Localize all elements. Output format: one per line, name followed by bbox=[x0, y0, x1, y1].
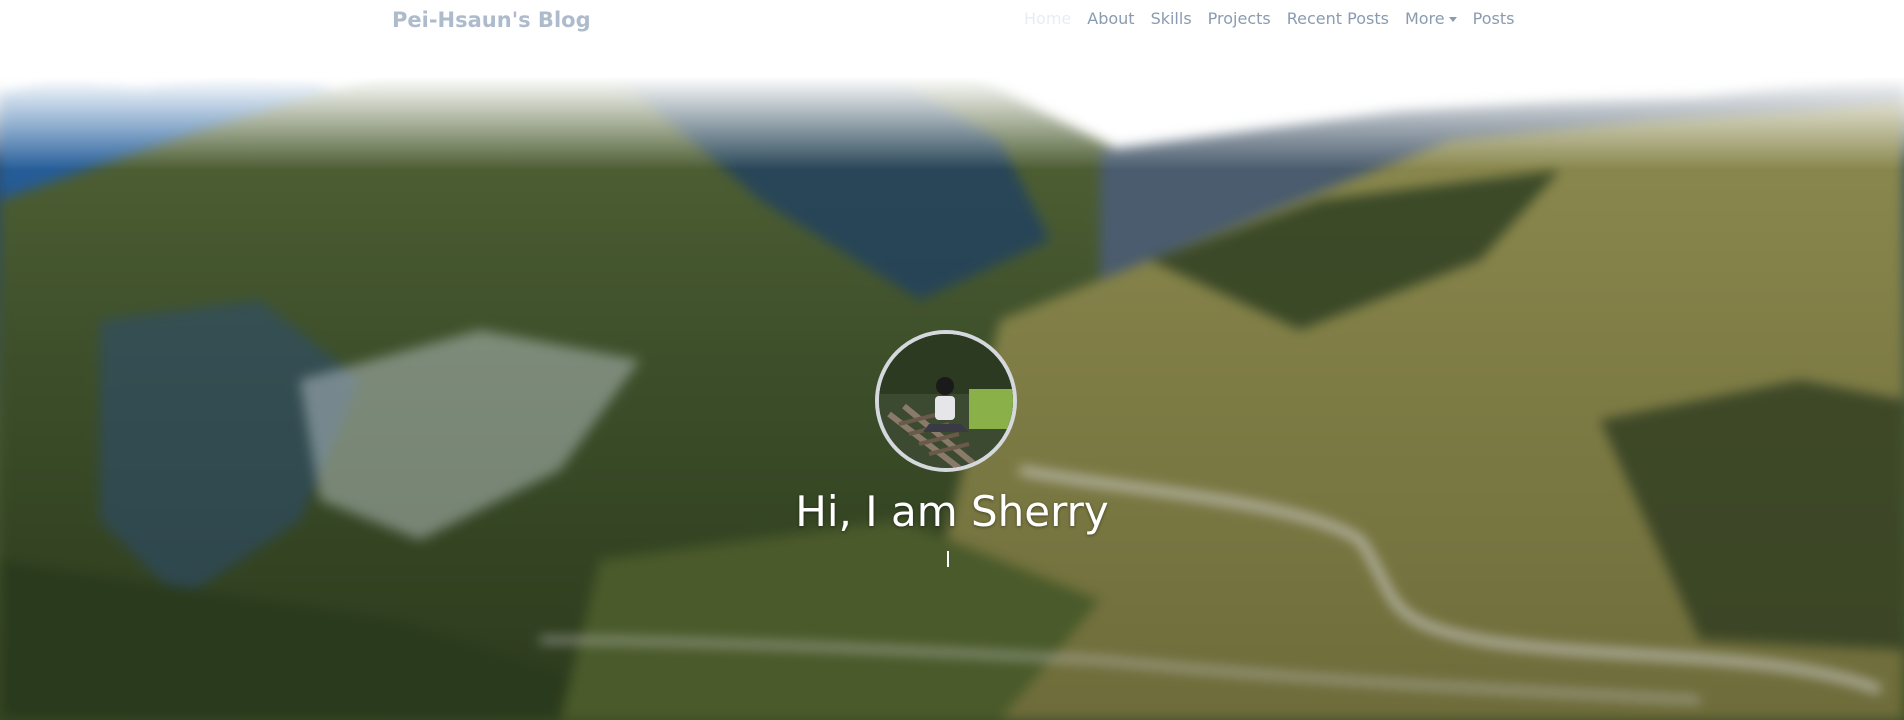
hero-section: Pei-Hsaun's Blog Home About Skills Proje… bbox=[0, 0, 1904, 720]
nav-item-recent-posts[interactable]: Recent Posts bbox=[1287, 9, 1389, 28]
navbar: Pei-Hsaun's Blog Home About Skills Proje… bbox=[0, 0, 1904, 40]
profile-avatar bbox=[875, 330, 1017, 472]
nav-item-home[interactable]: Home bbox=[1024, 9, 1071, 28]
typing-cursor bbox=[947, 551, 949, 567]
nav-item-projects[interactable]: Projects bbox=[1208, 9, 1271, 28]
nav-item-more-label: More bbox=[1404, 9, 1445, 28]
nav-item-skills[interactable]: Skills bbox=[1151, 9, 1192, 28]
nav-links: Home About Skills Projects Recent Posts … bbox=[1024, 9, 1514, 28]
nav-item-about[interactable]: About bbox=[1087, 9, 1134, 28]
nav-item-more[interactable]: More bbox=[1405, 9, 1457, 28]
profile-photo-icon bbox=[879, 334, 1013, 468]
nav-item-posts[interactable]: Posts bbox=[1473, 9, 1515, 28]
caret-down-icon bbox=[1448, 17, 1457, 22]
hero-greeting: Hi, I am Sherry bbox=[795, 487, 1109, 536]
brand-link[interactable]: Pei-Hsaun's Blog bbox=[392, 8, 591, 32]
